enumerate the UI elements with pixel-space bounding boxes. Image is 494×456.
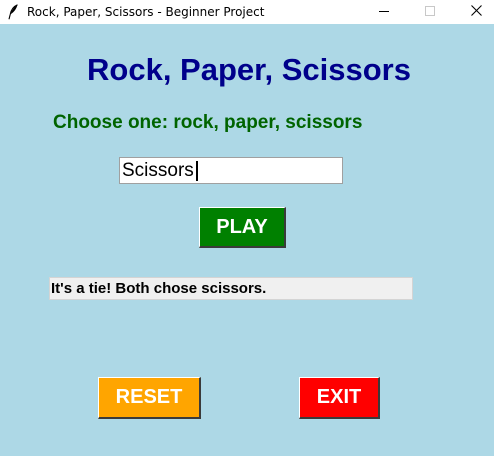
feather-icon bbox=[7, 4, 19, 20]
reset-button[interactable]: RESET bbox=[98, 377, 201, 419]
window-titlebar[interactable]: Rock, Paper, Scissors - Beginner Project bbox=[0, 0, 494, 24]
window-title: Rock, Paper, Scissors - Beginner Project bbox=[27, 5, 265, 19]
maximize-button[interactable] bbox=[407, 0, 453, 24]
page-title-text: Rock, Paper, Scissors bbox=[87, 52, 411, 87]
minimize-icon bbox=[379, 3, 389, 21]
result-message: It's a tie! Both chose scissors. bbox=[49, 277, 413, 300]
exit-button[interactable]: EXIT bbox=[299, 377, 380, 419]
close-button[interactable] bbox=[453, 0, 494, 24]
maximize-icon bbox=[425, 3, 435, 21]
text-cursor bbox=[196, 161, 198, 181]
minimize-button[interactable] bbox=[361, 0, 407, 24]
choice-input[interactable] bbox=[119, 157, 343, 184]
page-title: Rock, Paper, Scissors bbox=[0, 52, 494, 88]
play-button[interactable]: PLAY bbox=[199, 207, 286, 248]
close-icon bbox=[470, 3, 482, 21]
choice-prompt-label: Choose one: rock, paper, scissors bbox=[53, 112, 363, 133]
